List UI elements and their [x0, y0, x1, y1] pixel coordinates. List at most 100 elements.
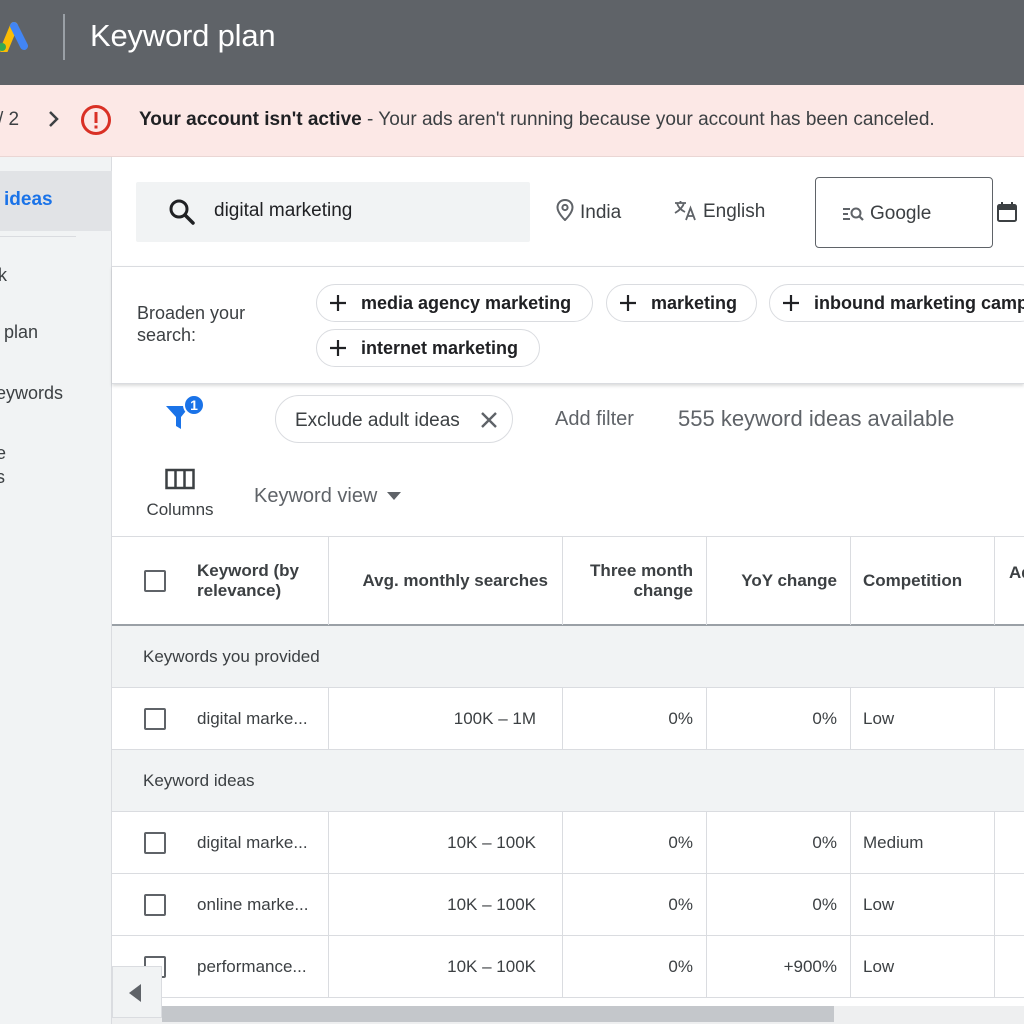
columns-icon [165, 468, 195, 490]
sidebar: ideas k plan eywords e s [0, 157, 112, 1024]
plus-icon [330, 295, 346, 311]
group-row-provided: Keywords you provided [112, 626, 1024, 688]
three-month-cell: 0% [563, 688, 707, 749]
location-selector[interactable]: India [556, 198, 622, 224]
page-title: Keyword plan [90, 18, 276, 53]
alert-title: Your account isn't active [139, 109, 362, 130]
google-ads-logo-icon[interactable] [0, 22, 30, 52]
scroll-left-button[interactable] [112, 966, 162, 1018]
language-selector[interactable]: English [673, 199, 765, 223]
alert-message: Your account isn't active - Your ads are… [139, 109, 935, 131]
chip-label: inbound marketing camp [814, 293, 1024, 313]
sidebar-item-4[interactable]: e [0, 443, 6, 464]
group-row-ideas: Keyword ideas [112, 750, 1024, 812]
competition-cell: Low [851, 936, 995, 997]
header-ad-impression-share[interactable]: Ad [995, 537, 1024, 625]
sidebar-item-5[interactable]: s [0, 467, 5, 488]
searches-cell: 10K – 100K [329, 812, 563, 873]
filter-chip-exclude-adult[interactable]: Exclude adult ideas [275, 395, 513, 443]
broaden-label: Broaden your search: [137, 303, 246, 345]
table-row[interactable]: online marke... 10K – 100K 0% 0% Low [112, 874, 1024, 936]
keyword-cell[interactable]: online marke... [182, 874, 329, 935]
sidebar-item-1[interactable]: k [0, 265, 7, 286]
table-row[interactable]: digital marke... 100K – 1M 0% 0% Low [112, 688, 1024, 750]
broaden-chip-marketing[interactable]: marketing [606, 284, 757, 322]
network-label: Google [870, 203, 932, 224]
columns-label: Columns [146, 500, 214, 519]
searches-cell: 10K – 100K [329, 874, 563, 935]
plus-icon [783, 295, 799, 311]
header-keyword[interactable]: Keyword (by relevance) [182, 537, 329, 625]
chevron-left-icon [129, 984, 141, 1002]
alert-icon [81, 105, 111, 135]
header-divider [63, 14, 65, 60]
row-checkbox[interactable] [144, 832, 166, 854]
calendar-icon[interactable] [996, 201, 1018, 223]
searches-cell: 10K – 100K [329, 936, 563, 997]
location-label: India [580, 202, 622, 223]
search-icon [169, 199, 195, 225]
columns-button[interactable]: Columns [138, 468, 222, 530]
app-header: Keyword plan [0, 0, 1024, 85]
sidebar-item-plan[interactable]: plan [4, 322, 38, 343]
table-row[interactable]: performance... 10K – 100K 0% +900% Low [112, 936, 1024, 998]
keyword-search-box[interactable] [136, 182, 530, 242]
header-yoy-change[interactable]: YoY change [707, 537, 851, 625]
competition-cell: Low [851, 688, 995, 749]
breadcrumb[interactable]: / 2 [0, 109, 19, 131]
plus-icon [330, 340, 346, 356]
header-three-month-change[interactable]: Three month change [563, 537, 707, 625]
chip-label: media agency marketing [361, 293, 572, 313]
close-icon[interactable] [480, 411, 498, 429]
filter-chip-label: Exclude adult ideas [295, 410, 460, 431]
competition-cell: Medium [851, 812, 995, 873]
keyword-table: Keyword (by relevance) Avg. monthly sear… [112, 536, 1024, 1024]
header-competition[interactable]: Competition [851, 537, 995, 625]
header-avg-monthly-searches[interactable]: Avg. monthly searches [329, 537, 563, 625]
three-month-cell: 0% [563, 812, 707, 873]
chevron-right-icon[interactable] [44, 107, 64, 131]
yoy-cell: 0% [707, 688, 851, 749]
sidebar-divider [0, 236, 76, 237]
plus-icon [620, 295, 636, 311]
keyword-cell[interactable]: digital marke... [182, 688, 329, 749]
network-selector[interactable]: Google [815, 177, 993, 248]
keyword-view-dropdown[interactable]: Keyword view [254, 485, 402, 508]
yoy-cell: +900% [707, 936, 851, 997]
broaden-chip-internet-marketing[interactable]: internet marketing [316, 329, 540, 367]
filter-icon[interactable]: 1 [164, 393, 208, 437]
sidebar-item-keywords[interactable]: eywords [0, 383, 63, 404]
chip-label: internet marketing [361, 338, 519, 358]
keyword-cell[interactable]: performance... [182, 936, 329, 997]
keyword-view-label: Keyword view [254, 485, 378, 507]
account-alert-banner: / 2 Your account isn't active - Your ads… [0, 85, 1024, 157]
horizontal-scrollbar-thumb[interactable] [162, 1006, 834, 1022]
three-month-cell: 0% [563, 874, 707, 935]
searches-cell: 100K – 1M [329, 688, 563, 749]
competition-cell: Low [851, 874, 995, 935]
broaden-chip-inbound-marketing[interactable]: inbound marketing camp [769, 284, 1024, 322]
alert-text: - Your ads aren't running because your a… [361, 109, 935, 130]
add-filter-button[interactable]: Add filter [555, 408, 634, 431]
yoy-cell: 0% [707, 812, 851, 873]
sidebar-item-keyword-ideas[interactable]: ideas [0, 171, 112, 231]
location-pin-icon [556, 198, 574, 222]
yoy-cell: 0% [707, 874, 851, 935]
keyword-cell[interactable]: digital marke... [182, 812, 329, 873]
group-label: Keywords you provided [143, 647, 320, 666]
search-input[interactable] [214, 200, 514, 222]
table-header: Keyword (by relevance) Avg. monthly sear… [112, 536, 1024, 626]
language-label: English [703, 201, 766, 222]
row-checkbox[interactable] [144, 894, 166, 916]
select-all-checkbox[interactable] [144, 570, 166, 592]
row-checkbox[interactable] [144, 708, 166, 730]
translate-icon [674, 201, 696, 221]
dropdown-arrow-icon [387, 492, 402, 500]
table-row[interactable]: digital marke... 10K – 100K 0% 0% Medium [112, 812, 1024, 874]
chip-label: marketing [651, 293, 738, 313]
group-label: Keyword ideas [143, 771, 255, 790]
three-month-cell: 0% [563, 936, 707, 997]
keyword-count: 555 keyword ideas available [678, 406, 955, 431]
search-network-icon [843, 207, 864, 221]
broaden-chip-media-agency-marketing[interactable]: media agency marketing [316, 284, 593, 322]
